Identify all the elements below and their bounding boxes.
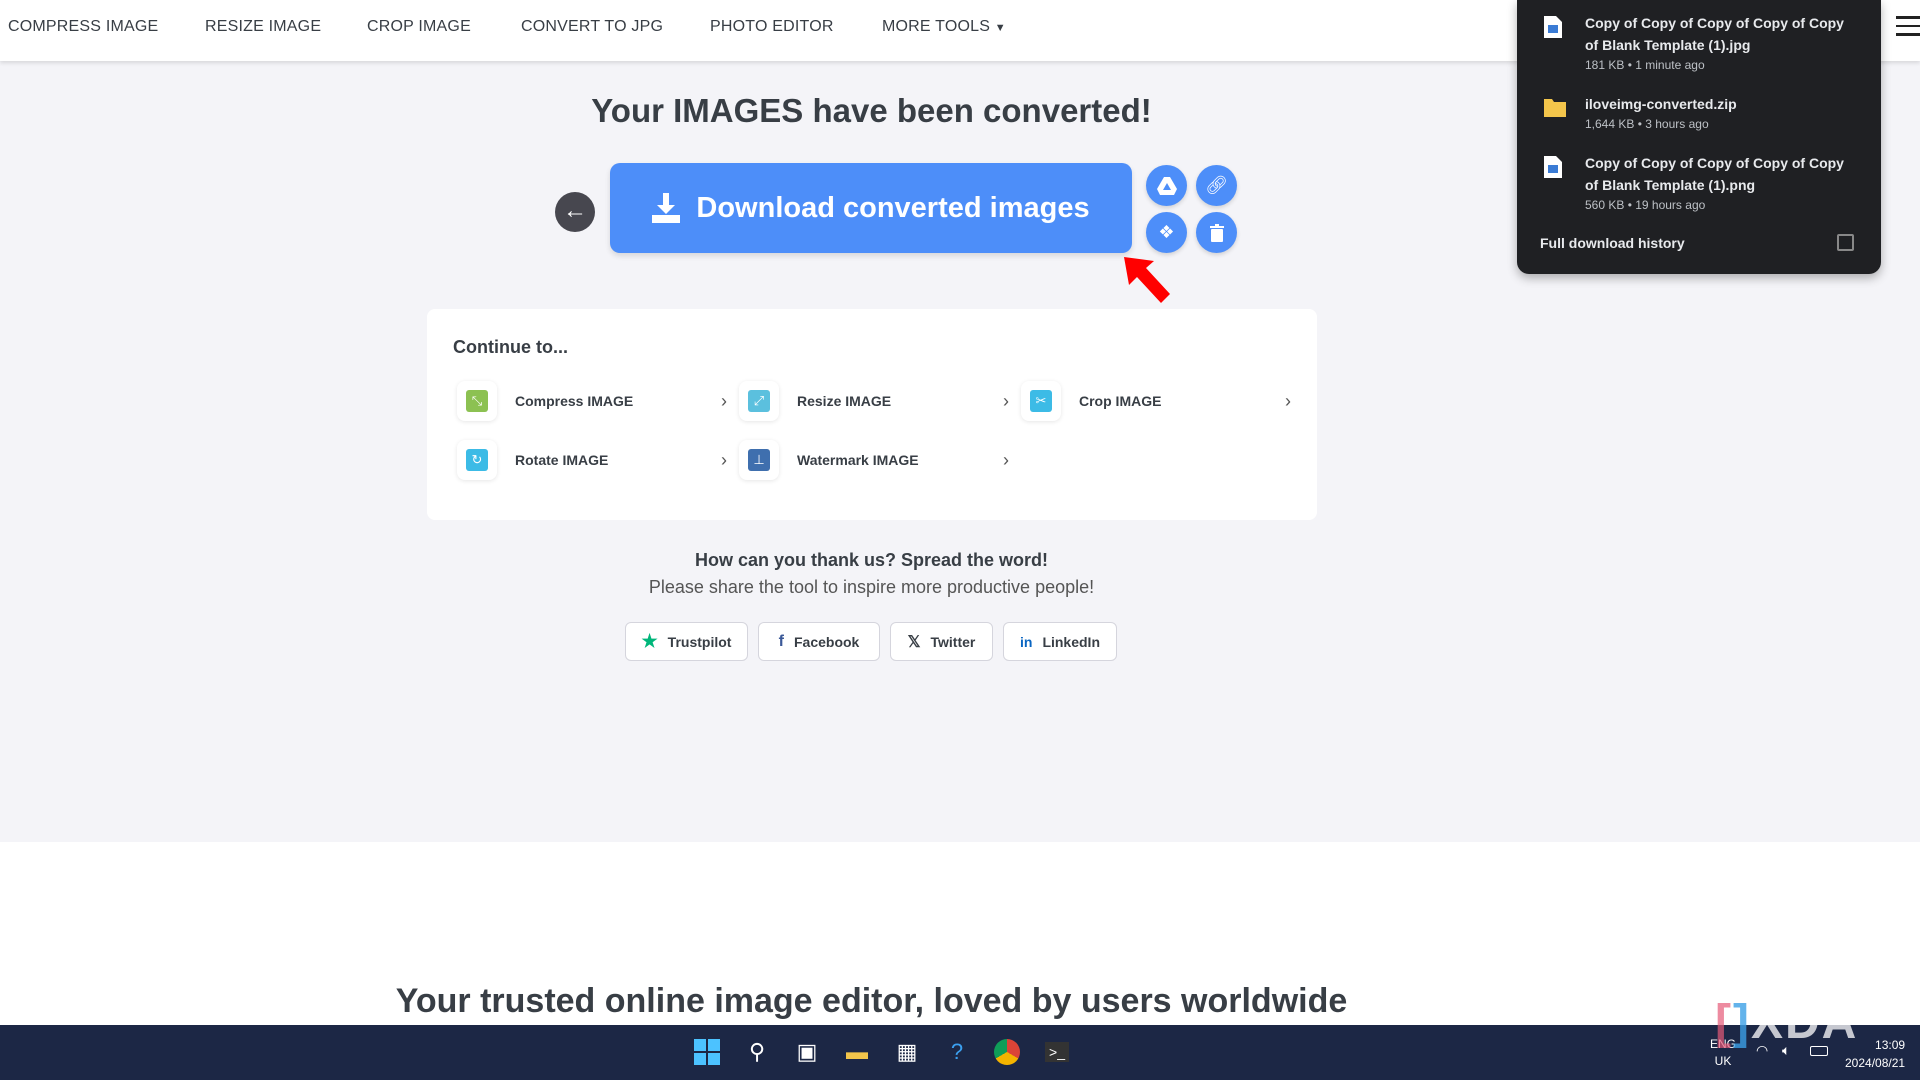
copy-link-button[interactable]: 🔗︎ (1196, 165, 1237, 206)
download-icon (652, 193, 681, 223)
share-label: Trustpilot (667, 633, 732, 650)
share-label: Facebook (793, 633, 860, 650)
share-label: LinkedIn (1042, 633, 1100, 650)
chevron-right-icon: › (721, 449, 727, 470)
link-icon: 🔗︎ (1205, 175, 1228, 195)
download-meta: 560 KB • 19 hours ago (1585, 198, 1706, 212)
hamburger-menu-icon[interactable] (1896, 16, 1920, 38)
share-facebook[interactable]: f Facebook (758, 622, 880, 661)
download-filename: Copy of Copy of Copy of Copy of Copy of … (1585, 15, 1844, 53)
nav-crop-image[interactable]: CROP IMAGE (367, 18, 471, 36)
microsoft-store-icon[interactable]: ▦ (891, 1036, 923, 1068)
image-file-icon (1544, 156, 1562, 178)
nav-more-tools[interactable]: MORE TOOLS ▼ (882, 18, 1006, 36)
continue-title: Continue to... (453, 337, 568, 357)
more-tools-label: MORE TOOLS (882, 18, 991, 35)
download-filename: Copy of Copy of Copy of Copy of Copy of … (1585, 155, 1844, 193)
red-arrow-annotation (1124, 257, 1170, 303)
delete-button[interactable] (1196, 212, 1237, 253)
arrow-left-icon: ← (563, 197, 587, 224)
share-linkedin[interactable]: in LinkedIn (1003, 622, 1117, 661)
item-label: Rotate IMAGE (515, 452, 609, 468)
google-drive-icon (1156, 176, 1177, 195)
help-icon[interactable]: ? (941, 1036, 973, 1068)
caret-down-icon: ▼ (994, 22, 1006, 34)
continue-watermark-image[interactable]: ⊥ Watermark IMAGE › (739, 438, 1009, 482)
open-external-icon[interactable] (1837, 234, 1854, 251)
share-twitter[interactable]: 𝕏 Twitter (890, 622, 993, 661)
x-icon: 𝕏 (907, 633, 921, 651)
continue-crop-image[interactable]: ✂ Crop IMAGE › (1021, 379, 1291, 423)
chevron-right-icon: › (1285, 390, 1291, 411)
nav-resize-image[interactable]: RESIZE IMAGE (205, 18, 321, 36)
stamp-icon: ⊥ (748, 449, 770, 471)
terminal-icon[interactable]: >_ (1041, 1036, 1073, 1068)
nav-convert-to-jpg[interactable]: CONVERT TO JPG (521, 18, 663, 36)
chrome-icon[interactable] (991, 1036, 1023, 1068)
share-label: Twitter (930, 633, 976, 650)
share-trustpilot[interactable]: ★ Trustpilot (625, 622, 748, 661)
trusted-heading: Your trusted online image editor, loved … (395, 982, 1348, 1020)
back-button[interactable]: ← (555, 192, 595, 232)
downloads-panel: Copy of Copy of Copy of Copy of Copy of … (1517, 0, 1881, 274)
continue-card: Continue to... ⤡ Compress IMAGE › ⤢ Resize … (427, 309, 1317, 520)
scissors-icon: ✂ (1030, 390, 1052, 412)
download-meta: 181 KB • 1 minute ago (1585, 58, 1705, 72)
nav-photo-editor[interactable]: PHOTO EDITOR (710, 18, 834, 36)
download-label: Download converted images (696, 191, 1090, 224)
continue-compress-image[interactable]: ⤡ Compress IMAGE › (457, 379, 727, 423)
nav-compress-image[interactable]: COMPRESS IMAGE (8, 18, 158, 36)
region-code: UK (1714, 1054, 1732, 1068)
item-label: Compress IMAGE (515, 393, 634, 409)
facebook-icon: f (778, 632, 784, 650)
search-icon[interactable]: ⚲ (741, 1036, 773, 1068)
chevron-right-icon: › (1003, 390, 1009, 411)
date: 2024/08/21 (1845, 1056, 1906, 1070)
zip-folder-icon (1544, 99, 1566, 117)
star-icon: ★ (641, 631, 658, 651)
item-label: Resize IMAGE (797, 393, 892, 409)
image-file-icon (1544, 16, 1562, 38)
linkedin-icon: in (1019, 633, 1033, 650)
download-converted-button[interactable]: Download converted images (610, 163, 1132, 253)
full-download-history-link[interactable]: Full download history (1540, 235, 1685, 251)
download-filename: iloveimg-converted.zip (1585, 96, 1737, 112)
dropbox-button[interactable]: ❖ (1146, 212, 1187, 253)
trash-icon (1209, 223, 1224, 242)
item-label: Watermark IMAGE (797, 452, 919, 468)
google-drive-button[interactable] (1146, 165, 1187, 206)
chevron-right-icon: › (1003, 449, 1009, 470)
compress-icon: ⤡ (466, 390, 488, 412)
resize-icon: ⤢ (748, 390, 770, 412)
chevron-right-icon: › (721, 390, 727, 411)
dropbox-icon: ❖ (1158, 222, 1175, 242)
download-meta: 1,644 KB • 3 hours ago (1585, 117, 1709, 131)
windows-start-icon[interactable] (691, 1036, 723, 1068)
rotate-icon: ↻ (466, 449, 488, 471)
continue-rotate-image[interactable]: ↻ Rotate IMAGE › (457, 438, 727, 482)
continue-resize-image[interactable]: ⤢ Resize IMAGE › (739, 379, 1009, 423)
task-view-icon[interactable]: ▣ (791, 1036, 823, 1068)
page-title: Your IMAGES have been converted! (591, 92, 1152, 129)
item-label: Crop IMAGE (1079, 393, 1162, 409)
xda-watermark-logo: []XDA (1715, 996, 1859, 1049)
thanks-heading: How can you thank us? Spread the word! (694, 550, 1049, 570)
file-explorer-icon[interactable]: ▬ (841, 1036, 873, 1068)
thanks-subtext: Please share the tool to inspire more pr… (648, 577, 1095, 597)
